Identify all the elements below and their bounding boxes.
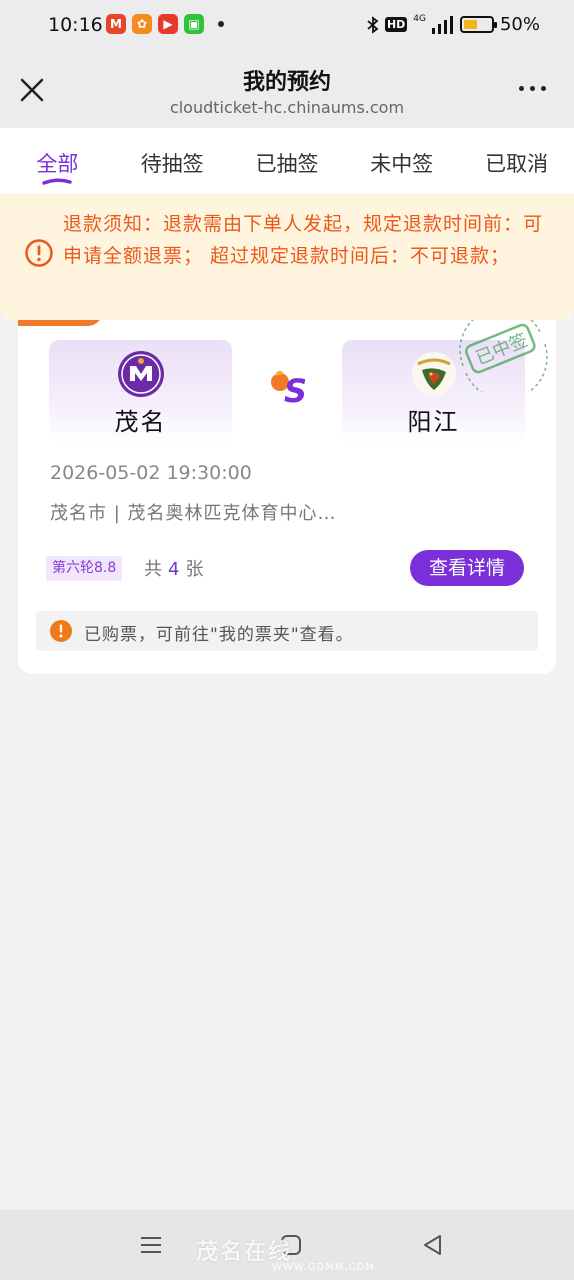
tab-active-indicator [42, 178, 73, 185]
yangjiang-team-logo-icon [411, 352, 456, 396]
page-url: cloudticket-hc.chinaums.com [169, 98, 405, 117]
battery-icon [459, 16, 497, 33]
video-app-icon: ▶ [158, 14, 178, 34]
tip-text: 已购票，可前往"我的票夹"查看。 [84, 625, 354, 645]
more-notifications-dot [218, 21, 224, 27]
won-stamp: 已中签 [459, 308, 548, 392]
dot-icon [519, 86, 524, 91]
refund-notice: 退款须知：退款需由下单人发起，规定退款时间前：可申请全额退票； 超过规定退款时间… [0, 194, 574, 320]
mcdonalds-app-icon: M [106, 14, 126, 34]
dot-icon [530, 86, 535, 91]
more-menu-button[interactable] [519, 86, 546, 91]
tab-all[interactable]: 全部 [0, 128, 115, 194]
tab-pending-draw[interactable]: 待抽签 [115, 128, 230, 194]
back-icon[interactable] [420, 1232, 446, 1258]
ticket-count: 共4张 [144, 555, 203, 581]
menu-icon[interactable] [138, 1232, 164, 1258]
warning-icon [25, 239, 53, 267]
info-icon [50, 620, 72, 642]
title-bar: 我的预约 cloudticket-hc.chinaums.com [0, 50, 574, 128]
watermark-url: WWW.GDMM.COM [272, 1262, 376, 1273]
count-suffix: 张 [185, 559, 204, 580]
round-badge: 第六轮8.8 [46, 556, 123, 581]
view-details-button[interactable]: 查看详情 [410, 550, 524, 586]
maoming-team-logo-icon [117, 351, 164, 397]
match-venue: 茂名市 | 茂名奥林匹克体育中心… [50, 503, 337, 524]
signal-icon [431, 15, 453, 34]
tab-label: 已抽签 [255, 152, 319, 176]
status-time: 10:16 [48, 14, 103, 36]
home-team: 茂名 [49, 340, 232, 444]
status-bar: 10:16 M ✿ ▶ ▣ HD 4G 50% [0, 0, 574, 50]
hd-badge: HD [384, 17, 408, 32]
notice-text: 退款须知：退款需由下单人发起，规定退款时间前：可申请全额退票； 超过规定退款时间… [63, 213, 544, 267]
tab-label: 已取消 [485, 152, 549, 176]
battery-percent: 50% [499, 14, 540, 35]
status-tabs: 全部 待抽签 已抽签 未中签 已取消 [0, 128, 574, 194]
home-team-name: 茂名 [114, 408, 167, 436]
system-nav-bar: 茂名在线 WWW.GDMM.COM [0, 1210, 574, 1280]
away-team-name: 阳江 [407, 408, 460, 436]
page-title: 我的预约 [242, 70, 331, 95]
svg-text:S: S [284, 372, 307, 410]
purchase-tip: 已购票，可前往"我的票夹"查看。 [36, 611, 538, 651]
tab-cancelled[interactable]: 已取消 [459, 128, 574, 194]
tab-not-won[interactable]: 未中签 [344, 128, 459, 194]
match-datetime: 2026-05-02 19:30:00 [50, 462, 252, 484]
tab-label: 未中签 [370, 152, 434, 176]
reservation-card[interactable]: 茂名 S 阳江 已中签 2026-05-02 19:30:00 茂名市 | 茂名… [18, 290, 556, 674]
green-app-icon: ▣ [184, 14, 204, 34]
count-number: 4 [168, 559, 180, 580]
tab-label: 全部 [36, 152, 79, 176]
versus-icon: S [271, 342, 316, 434]
tab-drawn[interactable]: 已抽签 [230, 128, 345, 194]
count-prefix: 共 [144, 559, 162, 580]
network-type: 4G [413, 13, 426, 24]
notification-icons: M ✿ ▶ ▣ [106, 14, 224, 34]
dot-icon [541, 86, 546, 91]
tab-label: 待抽签 [140, 152, 204, 176]
orange-app-icon: ✿ [132, 14, 152, 34]
status-indicators: HD 4G 50% [367, 14, 540, 35]
bluetooth-icon [367, 15, 379, 34]
